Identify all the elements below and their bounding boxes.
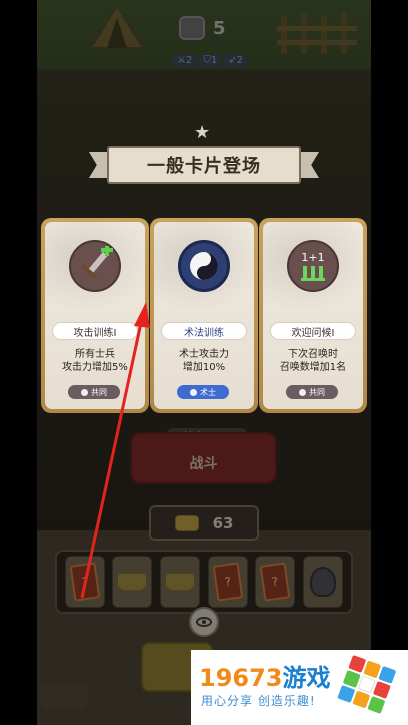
card-title: 攻击训练Ⅰ [52, 322, 138, 340]
tag-icon [81, 388, 88, 396]
card-title: 欢迎问候Ⅰ [270, 322, 356, 340]
card-description: 术士攻击力 增加10% [179, 349, 229, 373]
watermark-word: 游戏 [282, 664, 331, 692]
banner-title: 一般卡片登场 [107, 146, 301, 184]
tag-icon [299, 388, 306, 396]
card-body: 术法训练 术士攻击力 增加10% 术士 [154, 222, 254, 409]
watermark-cube-logo-icon [336, 654, 400, 719]
watermark-title: 19673游戏 [199, 658, 331, 693]
title-banner: 一般卡片登场 [89, 146, 319, 184]
site-watermark: 19673游戏 用心分享 创造乐趣! [191, 650, 408, 725]
card-body: 攻击训练Ⅰ 所有士兵 攻击力增加5% 共同 [45, 222, 145, 409]
card-tag-label: 术士 [200, 387, 216, 397]
card-welcome-greeting[interactable]: 1+1 欢迎问候Ⅰ 下次召唤时 召唤数增加1名 共同 [259, 218, 367, 413]
sword-plus-icon [69, 240, 121, 292]
card-magic-training[interactable]: 术法训练 术士攻击力 增加10% 术士 [150, 218, 258, 413]
left-letterbox [0, 0, 37, 725]
svg-text:1+1: 1+1 [301, 251, 324, 264]
yin-yang-icon [178, 240, 230, 292]
star-icon: ★ [194, 122, 211, 143]
card-description: 所有士兵 攻击力增加5% [62, 349, 128, 373]
plus-one-icon: 1+1 [287, 240, 339, 292]
watermark-digits: 19673 [199, 664, 283, 692]
game-stage: 5 ⚔2 ⛉1 ➶2 波次:2 / 8 战斗 63 ? ? ? ★ 一般卡片登场 [37, 0, 371, 725]
card-tag-label: 共同 [91, 387, 107, 397]
card-tag-label: 共同 [309, 387, 325, 397]
watermark-slogan: 用心分享 创造乐趣! [201, 694, 316, 708]
card-title: 术法训练 [161, 322, 247, 340]
card-tag: 共同 [286, 385, 338, 399]
right-letterbox [371, 0, 408, 725]
card-tag: 共同 [68, 385, 120, 399]
card-body: 1+1 欢迎问候Ⅰ 下次召唤时 召唤数增加1名 共同 [263, 222, 363, 409]
tag-icon [190, 388, 197, 396]
card-tag: 术士 [177, 385, 229, 399]
card-description: 下次召唤时 召唤数增加1名 [279, 349, 347, 373]
card-attack-training[interactable]: 攻击训练Ⅰ 所有士兵 攻击力增加5% 共同 [41, 218, 149, 413]
